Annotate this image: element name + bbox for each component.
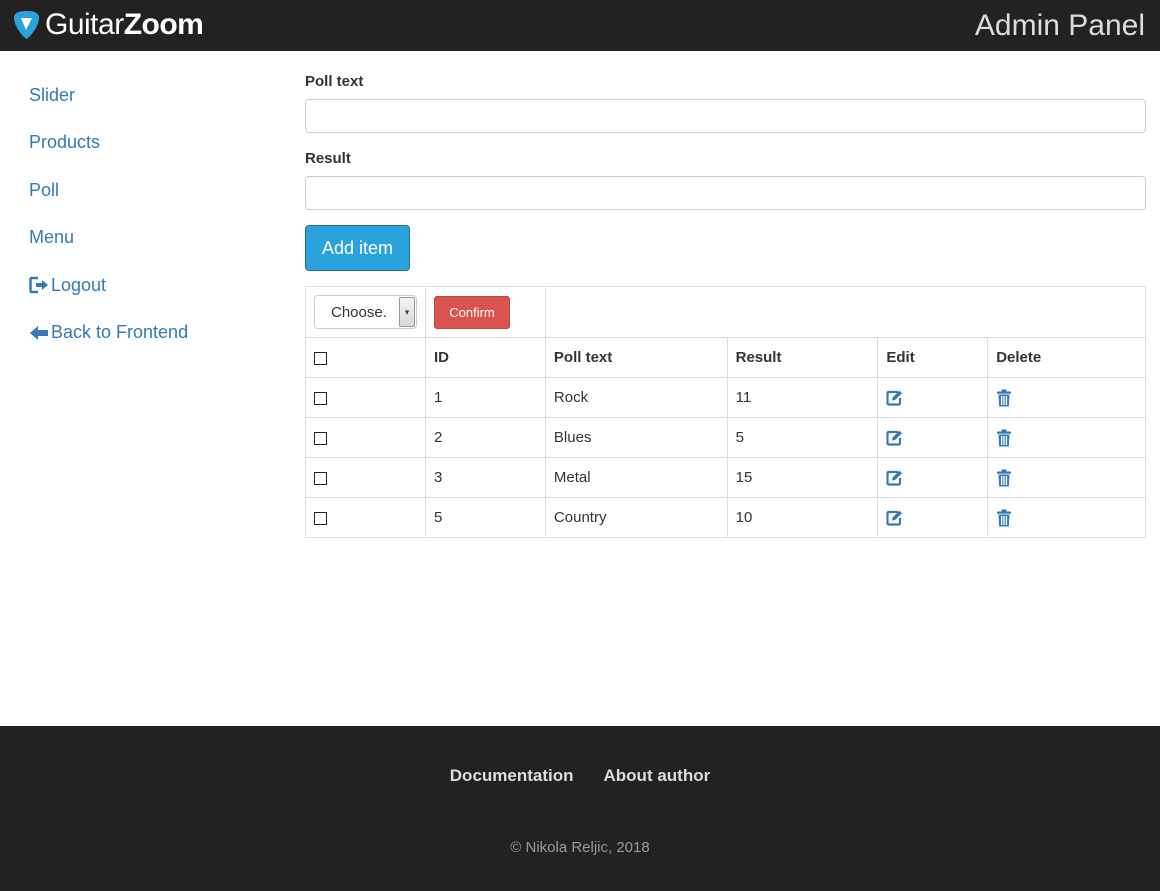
sidebar-item-poll[interactable]: Poll [29,175,269,205]
result-cell: 15 [726,457,879,498]
sidebar-item-back-to-frontend[interactable]: Back to Frontend [29,318,269,348]
table-row: 3 Metal 15 [305,457,1146,498]
trash-icon[interactable] [996,389,1012,407]
poll-text-cell: Metal [544,457,728,498]
trash-icon[interactable] [996,469,1012,487]
chevron-down-icon: ▾ [399,297,415,327]
poll-text-cell: Country [544,497,728,538]
result-cell: 11 [726,377,879,418]
footer-links: Documentation About author [0,766,1160,786]
row-checkbox[interactable] [314,431,327,445]
poll-text-label: Poll text [305,73,364,90]
column-header: Delete [987,337,1146,378]
sidebar-item-label: Products [29,132,101,152]
bulk-action-select[interactable]: Choose. ▾ [314,295,417,329]
table-row: 1 Rock 11 [305,377,1146,418]
bulk-select-cell: Choose. ▾ [305,286,426,338]
result-label: Result [305,150,351,167]
top-navbar: GuitarZoom Admin Panel [0,0,1160,51]
sidebar-item-slider[interactable]: Slider [29,80,269,110]
row-select-cell [305,417,426,458]
trash-icon[interactable] [996,429,1012,447]
sidebar: Slider Products Poll Menu Logout Back to… [29,80,269,365]
edit-cell [877,457,989,498]
sidebar-item-label: Poll [29,179,60,200]
select-all-checkbox[interactable] [314,351,327,365]
confirm-cell: Confirm [425,286,546,338]
arrow-left-icon [30,325,48,340]
result-input[interactable] [305,176,1146,210]
select-value: Choose. [331,303,387,321]
result-cell: 10 [726,497,879,538]
edit-icon[interactable] [886,510,903,526]
column-header: ID [425,337,546,378]
empty-cell [544,286,1147,338]
footer: Documentation About author © Nikola Relj… [0,726,1160,891]
column-header: Result [726,337,879,378]
id-cell: 5 [425,497,546,538]
table-row: 2 Blues 5 [305,417,1146,458]
edit-cell [877,417,989,458]
trash-icon[interactable] [996,509,1012,527]
bulk-action-row: Choose. ▾ Confirm [305,286,1147,338]
id-cell: 1 [425,377,546,418]
result-group: Result [305,149,1146,210]
edit-icon[interactable] [886,470,903,486]
table-header-row: ID Poll text Result Edit Delete [305,337,1146,378]
row-checkbox[interactable] [314,471,327,485]
poll-text-cell: Blues [544,417,728,458]
guitar-pick-icon [14,11,39,39]
poll-text-group: Poll text [305,72,1146,133]
row-select-cell [305,457,426,498]
sidebar-item-label: Logout [51,274,107,295]
delete-cell [987,497,1146,538]
table-row: 5 Country 10 [305,497,1146,538]
logo[interactable]: GuitarZoom [13,7,204,43]
documentation-link[interactable]: Documentation [450,766,574,786]
poll-table: Choose. ▾ Confirm ID Poll text Result Ed… [305,286,1147,538]
id-cell: 3 [425,457,546,498]
row-checkbox[interactable] [314,391,327,405]
edit-cell [877,377,989,418]
logo-text: GuitarZoom [45,8,204,41]
select-all-header [305,337,426,378]
edit-icon[interactable] [886,390,903,406]
edit-icon[interactable] [886,430,903,446]
sidebar-item-label: Slider [29,84,76,105]
copyright-text: © Nikola Reljic, 2018 [510,839,650,856]
logout-icon [29,276,48,294]
row-select-cell [305,497,426,538]
id-cell: 2 [425,417,546,458]
poll-text-input[interactable] [305,99,1146,133]
sidebar-item-menu[interactable]: Menu [29,223,269,253]
delete-cell [987,417,1146,458]
sidebar-item-label: Menu [29,227,75,247]
sidebar-item-products[interactable]: Products [29,128,269,158]
page-title: Admin Panel [974,9,1145,42]
result-cell: 5 [726,417,879,458]
row-checkbox[interactable] [314,511,327,525]
sidebar-item-logout[interactable]: Logout [29,270,269,300]
column-header: Edit [877,337,989,378]
about-author-link[interactable]: About author [604,766,711,786]
delete-cell [987,457,1146,498]
confirm-button[interactable]: Confirm [434,295,510,329]
delete-cell [987,377,1146,418]
add-item-button[interactable]: Add item [305,225,410,271]
add-poll-form: Poll text Result [305,72,1146,226]
poll-text-cell: Rock [544,377,728,418]
row-select-cell [305,377,426,418]
column-header: Poll text [544,337,728,378]
edit-cell [877,497,989,538]
sidebar-item-label: Back to Frontend [51,322,189,342]
